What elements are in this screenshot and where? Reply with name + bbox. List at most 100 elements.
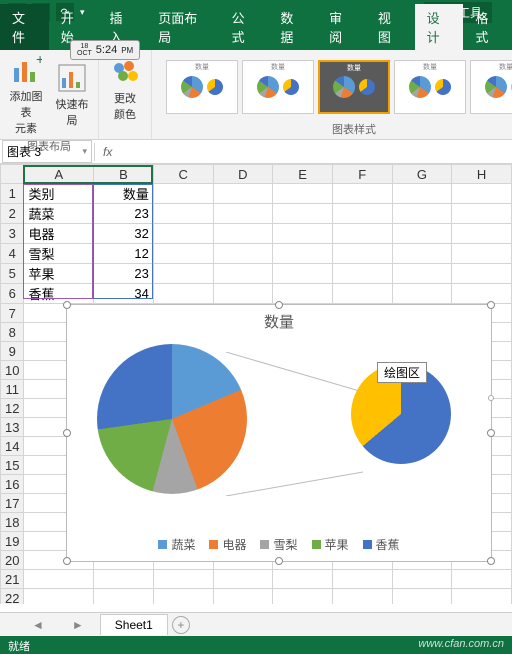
chart-style-5[interactable]: 数量 — [470, 60, 512, 114]
sheet-tab-active[interactable]: Sheet1 — [100, 614, 168, 635]
row-header[interactable]: 22 — [1, 589, 24, 605]
chevron-down-icon[interactable]: ▾ — [82, 146, 87, 157]
cell[interactable] — [213, 284, 273, 304]
legend-item[interactable]: 苹果 — [312, 536, 349, 553]
sheet-nav-right-icon[interactable]: ► — [60, 618, 96, 632]
legend-item[interactable]: 电器 — [209, 536, 246, 553]
row-header[interactable]: 11 — [1, 380, 24, 399]
legend-item[interactable]: 蔬菜 — [158, 536, 195, 553]
resize-handle[interactable] — [275, 301, 283, 309]
chart-style-2[interactable]: 数量 — [242, 60, 314, 114]
cell[interactable] — [332, 244, 392, 264]
cell[interactable] — [392, 589, 452, 605]
cell[interactable] — [452, 264, 512, 284]
cell[interactable] — [24, 570, 94, 589]
cell[interactable] — [213, 224, 273, 244]
cell[interactable]: 苹果 — [24, 264, 94, 284]
resize-handle[interactable] — [63, 557, 71, 565]
cell[interactable] — [452, 224, 512, 244]
cell[interactable]: 34 — [94, 284, 154, 304]
cell[interactable] — [213, 184, 273, 204]
tab-data[interactable]: 数据 — [268, 4, 317, 50]
cell[interactable] — [153, 204, 213, 224]
tab-formulas[interactable]: 公式 — [220, 4, 269, 50]
cell[interactable] — [94, 570, 154, 589]
cell[interactable] — [392, 244, 452, 264]
cell[interactable] — [24, 589, 94, 605]
cell[interactable]: 数量 — [94, 184, 154, 204]
tab-file[interactable]: 文件 — [0, 4, 49, 50]
cell[interactable]: 12 — [94, 244, 154, 264]
cell[interactable] — [332, 224, 392, 244]
row-header[interactable]: 10 — [1, 361, 24, 380]
col-header[interactable]: E — [273, 165, 333, 184]
row-header[interactable]: 20 — [1, 551, 24, 570]
cell[interactable] — [392, 184, 452, 204]
chart-title[interactable]: 数量 — [67, 305, 491, 334]
plot-area[interactable]: 绘图区 — [67, 334, 491, 534]
col-header[interactable]: A — [24, 165, 94, 184]
cell[interactable] — [332, 204, 392, 224]
tab-pagelayout[interactable]: 页面布局 — [146, 4, 219, 50]
cell[interactable]: 类别 — [24, 184, 94, 204]
resize-handle[interactable] — [487, 301, 495, 309]
legend-item[interactable]: 雪梨 — [260, 536, 297, 553]
tab-view[interactable]: 视图 — [366, 4, 415, 50]
resize-handle[interactable] — [63, 301, 71, 309]
legend-item[interactable]: 香蕉 — [363, 536, 400, 553]
cell[interactable] — [273, 570, 333, 589]
row-header[interactable]: 8 — [1, 323, 24, 342]
chart-style-3[interactable]: 数量 — [318, 60, 390, 114]
cell[interactable] — [392, 204, 452, 224]
chart-style-4[interactable]: 数量 — [394, 60, 466, 114]
cell[interactable]: 香蕉 — [24, 284, 94, 304]
resize-handle[interactable] — [487, 557, 495, 565]
cell[interactable]: 23 — [94, 264, 154, 284]
fx-icon[interactable]: fx — [95, 145, 120, 159]
cell[interactable] — [213, 264, 273, 284]
cell[interactable] — [273, 589, 333, 605]
row-header[interactable]: 21 — [1, 570, 24, 589]
row-header[interactable]: 15 — [1, 456, 24, 475]
cell[interactable] — [452, 244, 512, 264]
cell[interactable] — [213, 244, 273, 264]
select-all-cell[interactable] — [1, 165, 24, 184]
cell[interactable] — [273, 204, 333, 224]
chart-object[interactable]: 数量 绘图区 蔬菜电器雪梨苹果香蕉 — [66, 304, 492, 562]
row-header[interactable]: 5 — [1, 264, 24, 284]
tab-review[interactable]: 审阅 — [317, 4, 366, 50]
cell[interactable] — [392, 224, 452, 244]
row-header[interactable]: 14 — [1, 437, 24, 456]
cell[interactable] — [153, 284, 213, 304]
tab-design[interactable]: 设计 — [415, 4, 464, 50]
cell[interactable] — [153, 244, 213, 264]
add-sheet-button[interactable]: + — [172, 616, 190, 634]
col-header[interactable]: H — [452, 165, 512, 184]
cell[interactable] — [452, 570, 512, 589]
row-header[interactable]: 1 — [1, 184, 24, 204]
cell[interactable] — [213, 589, 273, 605]
cell[interactable] — [273, 284, 333, 304]
cell[interactable] — [153, 589, 213, 605]
row-header[interactable]: 9 — [1, 342, 24, 361]
cell[interactable]: 32 — [94, 224, 154, 244]
col-header[interactable]: C — [153, 165, 213, 184]
col-header[interactable]: D — [213, 165, 273, 184]
pie-main[interactable] — [97, 344, 247, 494]
cell[interactable] — [452, 184, 512, 204]
chart-style-1[interactable]: 数量 — [166, 60, 238, 114]
name-box[interactable]: 图表 3▾ — [2, 140, 92, 163]
quick-layout-button[interactable]: 快速布局 — [52, 62, 92, 128]
cell[interactable]: 23 — [94, 204, 154, 224]
cell[interactable] — [213, 204, 273, 224]
tab-format[interactable]: 格式 — [463, 4, 512, 50]
resize-handle[interactable] — [275, 557, 283, 565]
row-header[interactable]: 19 — [1, 532, 24, 551]
sheet-nav-left-icon[interactable]: ◄ — [20, 618, 56, 632]
row-header[interactable]: 16 — [1, 475, 24, 494]
col-header[interactable]: F — [332, 165, 392, 184]
cell[interactable]: 雪梨 — [24, 244, 94, 264]
cell[interactable] — [452, 284, 512, 304]
row-header[interactable]: 2 — [1, 204, 24, 224]
cell[interactable] — [273, 244, 333, 264]
